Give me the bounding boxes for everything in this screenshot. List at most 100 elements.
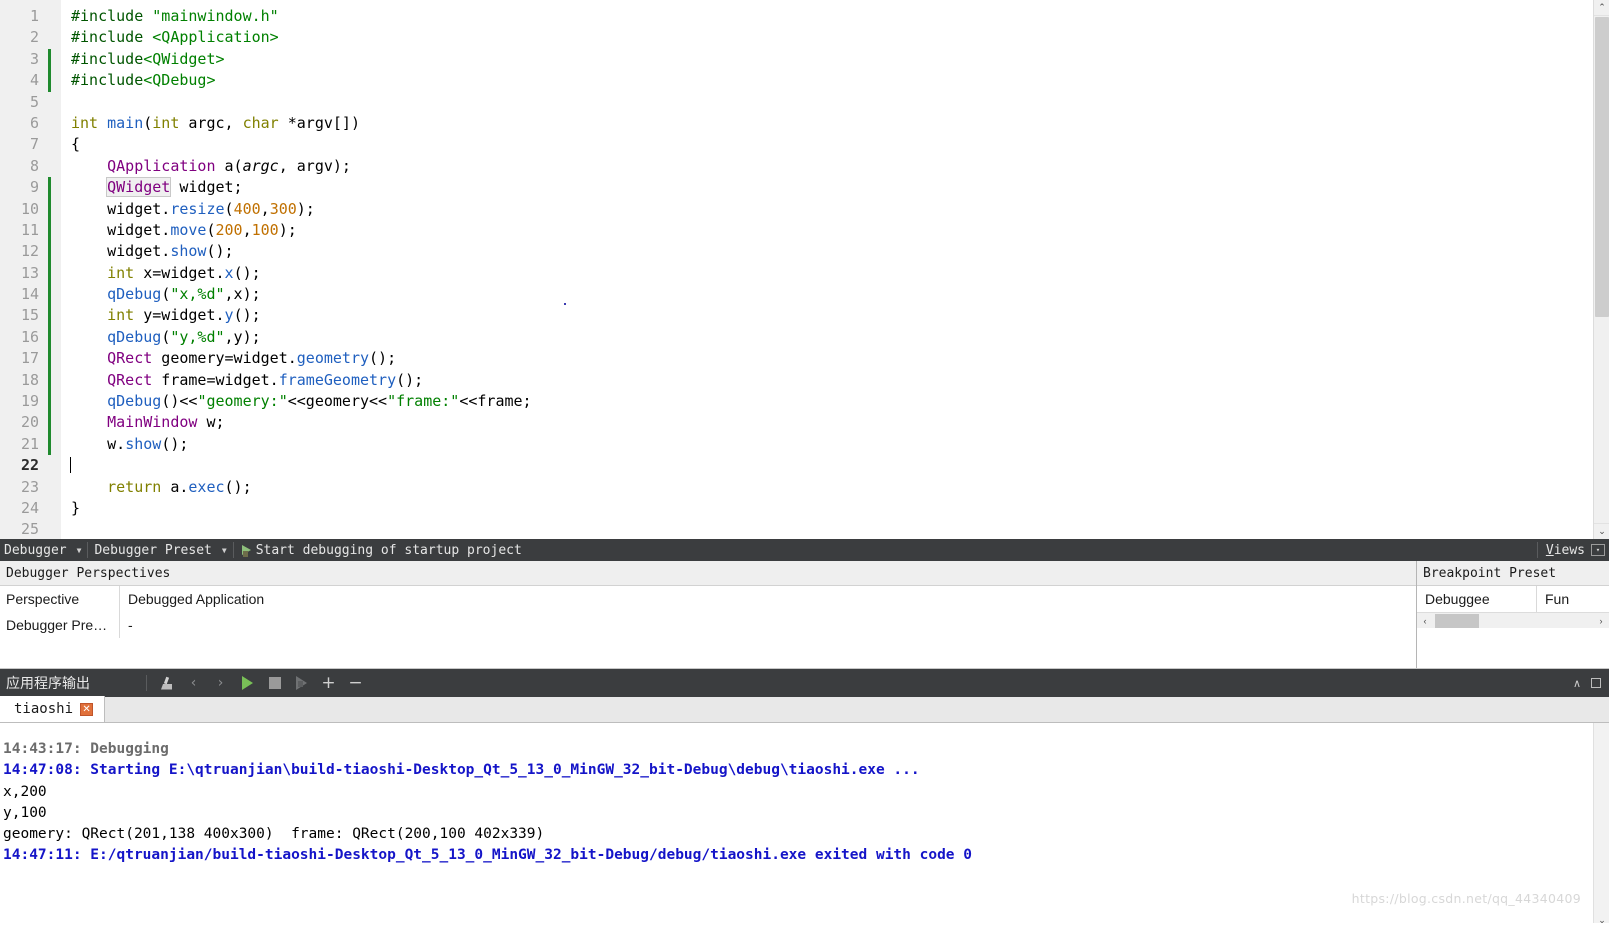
code-line[interactable]: MainWindow w;	[61, 412, 1609, 433]
code-token: show	[170, 242, 207, 261]
code-token: {	[71, 135, 81, 154]
code-token: 200	[215, 220, 243, 239]
line-number-gutter: 123456⌄789101112131415161718192021222324…	[0, 0, 57, 539]
code-line[interactable]: qDebug("y,%d",y);	[61, 327, 1609, 348]
line-number: 5	[29, 92, 39, 111]
breakpoint-column-headers: Debuggee Fun	[1417, 586, 1609, 612]
change-marker	[47, 156, 61, 177]
breakpoint-col-function[interactable]: Fun	[1537, 586, 1609, 612]
next-item-button[interactable]: ›	[207, 669, 234, 697]
output-tab-tiaoshi[interactable]: tiaoshi ✕	[0, 696, 106, 722]
code-line[interactable]: w.show();	[61, 434, 1609, 455]
breakpoint-horizontal-scrollbar[interactable]: ‹ ›	[1417, 612, 1609, 628]
console-vertical-scrollbar[interactable]: ⌄	[1593, 723, 1609, 928]
code-token: 100	[251, 220, 279, 239]
debugger-mode-combo[interactable]: Debugger ▼	[0, 539, 85, 561]
code-line[interactable]	[61, 92, 1609, 113]
code-line[interactable]: {	[61, 134, 1609, 155]
breakpoint-preset-body[interactable]: Debuggee Fun ‹ ›	[1417, 586, 1609, 668]
output-tab-label: tiaoshi	[14, 701, 74, 717]
code-line[interactable]	[61, 455, 1609, 477]
change-marker	[47, 519, 61, 539]
code-line[interactable]: }	[61, 498, 1609, 519]
code-line[interactable]: widget.resize(400,300);	[61, 199, 1609, 220]
scroll-down-arrow-icon[interactable]: ⌄	[1594, 523, 1609, 539]
code-token: argc	[242, 156, 279, 175]
perspective-value: -	[128, 617, 133, 633]
prev-item-icon: ‹	[190, 675, 197, 691]
code-text-area[interactable]: #include "mainwindow.h" #include <QApplic…	[61, 0, 1609, 539]
debug-run-button[interactable]	[288, 669, 315, 697]
line-number: 3	[29, 49, 39, 68]
code-line[interactable]: #include "mainwindow.h"	[61, 6, 1609, 27]
code-token: qDebug	[107, 285, 162, 304]
code-token: "frame:"	[387, 392, 460, 411]
application-output-console[interactable]: 14:43:17: Debugging 14:47:08: Starting E:…	[0, 723, 1609, 928]
code-token: x	[224, 263, 234, 282]
code-line[interactable]: #include<QWidget>	[61, 49, 1609, 70]
scroll-right-arrow-icon[interactable]: ›	[1593, 613, 1609, 629]
scroll-up-arrow-icon[interactable]: ⌃	[1594, 0, 1609, 16]
clean-output-icon	[160, 677, 173, 690]
zoom-in-button[interactable]: +	[315, 669, 342, 697]
debugger-preset-combo[interactable]: Debugger Preset ▼	[90, 539, 230, 561]
code-token: widget.	[71, 220, 171, 239]
zoom-out-button[interactable]: −	[342, 669, 369, 697]
code-token: ,	[260, 199, 270, 218]
prev-item-button[interactable]: ‹	[180, 669, 207, 697]
code-line[interactable]: QRect geomery=widget.geometry();	[61, 348, 1609, 369]
clean-output-button[interactable]	[153, 669, 180, 697]
code-line[interactable]: int y=widget.y();	[61, 305, 1609, 326]
breakpoint-preset-header: Breakpoint Preset	[1417, 561, 1609, 586]
breakpoint-scrollbar-thumb[interactable]	[1435, 614, 1479, 628]
line-number: 19	[20, 392, 39, 411]
code-token: main	[107, 113, 144, 132]
change-marker	[47, 177, 61, 199]
code-token: int	[71, 113, 99, 132]
code-line[interactable]: #include <QApplication>	[61, 27, 1609, 48]
output-tool-buttons: ‹ › + −	[140, 669, 369, 697]
code-token: ,	[242, 220, 252, 239]
zoom-out-icon: −	[348, 672, 363, 693]
stop-icon	[268, 677, 281, 689]
run-button[interactable]	[234, 669, 261, 697]
change-marker	[47, 326, 61, 349]
code-line[interactable]: #include<QDebug>	[61, 70, 1609, 91]
code-token: frame=widget.	[152, 370, 279, 389]
code-line[interactable]: QRect frame=widget.frameGeometry();	[61, 370, 1609, 391]
code-line[interactable]: QWidget widget;	[61, 177, 1609, 198]
code-line[interactable]: return a.exec();	[61, 477, 1609, 498]
code-line[interactable]: int main(int argc, char *argv[])	[61, 113, 1609, 134]
editor-scrollbar-thumb[interactable]	[1595, 17, 1609, 317]
stop-button[interactable]	[261, 669, 288, 697]
scroll-left-arrow-icon[interactable]: ‹	[1417, 613, 1433, 629]
code-token: #include	[71, 49, 144, 68]
perspective-row[interactable]: Perspective Debugged Application	[0, 586, 1416, 612]
line-number: 2	[29, 28, 39, 47]
minimize-pane-icon[interactable]: ∧	[1573, 677, 1581, 690]
code-token: (	[143, 113, 153, 132]
close-icon[interactable]: ✕	[80, 702, 94, 716]
breakpoint-col-debuggee[interactable]: Debuggee	[1417, 586, 1537, 612]
start-debugging-button[interactable]: Start debugging of startup project	[236, 539, 528, 561]
views-menu-icon[interactable]: ▾	[1591, 544, 1605, 556]
code-editor[interactable]: 123456⌄789101112131415161718192021222324…	[0, 0, 1609, 539]
code-line[interactable]	[61, 519, 1609, 539]
code-line[interactable]: widget.show();	[61, 241, 1609, 262]
perspective-row[interactable]: Debugger Pre… -	[0, 612, 1416, 638]
maximize-pane-icon[interactable]	[1591, 678, 1601, 688]
code-token: ();	[369, 349, 397, 368]
perspectives-body[interactable]: Perspective Debugged Application Debugger …	[0, 586, 1416, 668]
code-line[interactable]: int x=widget.x();	[61, 263, 1609, 284]
code-line[interactable]: qDebug()<<"geomery:"<<geomery<<"frame:"<…	[61, 391, 1609, 412]
views-button[interactable]: Views	[1546, 543, 1585, 558]
code-line[interactable]: widget.move(200,100);	[61, 220, 1609, 241]
line-number: 23	[20, 477, 39, 496]
code-token: #include	[71, 7, 153, 25]
editor-vertical-scrollbar[interactable]: ⌃ ⌄	[1593, 0, 1609, 539]
code-line[interactable]: QApplication a(argc, argv);	[61, 156, 1609, 177]
code-line[interactable]: qDebug("x,%d",x);	[61, 284, 1609, 305]
code-token: ();	[233, 306, 261, 325]
